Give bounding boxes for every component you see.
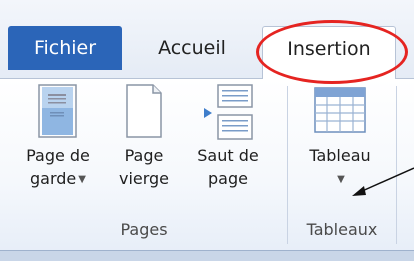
tableau-label: Tableau ▼ bbox=[294, 144, 386, 191]
page-de-garde-button[interactable]: Page de garde ▼ bbox=[10, 84, 106, 191]
page-vierge-line1: Page bbox=[124, 146, 164, 165]
group-title-pages: Pages bbox=[120, 220, 168, 239]
page-break-icon bbox=[198, 84, 258, 140]
group-title-tableaux: Tableaux bbox=[306, 220, 378, 239]
page-de-garde-label: Page de garde ▼ bbox=[10, 144, 106, 191]
highlight-circle-annotation bbox=[256, 20, 408, 84]
tab-accueil[interactable]: Accueil bbox=[132, 26, 252, 70]
page-vierge-button[interactable]: Page vierge bbox=[112, 84, 176, 190]
document-area-edge bbox=[0, 250, 414, 261]
tab-fichier[interactable]: Fichier bbox=[8, 26, 122, 70]
saut-de-page-label: Saut de page bbox=[184, 144, 272, 190]
group-separator bbox=[287, 86, 288, 244]
saut-de-page-button[interactable]: Saut de page bbox=[184, 84, 272, 190]
page-de-garde-line1: Page de bbox=[26, 146, 90, 165]
dropdown-arrow-icon: ▼ bbox=[337, 174, 345, 185]
page-vierge-line2: vierge bbox=[118, 169, 170, 188]
group-separator bbox=[396, 86, 397, 244]
page-vierge-label: Page vierge bbox=[112, 144, 176, 190]
tableau-button[interactable]: Tableau ▼ bbox=[294, 84, 386, 191]
dropdown-arrow-icon: ▼ bbox=[78, 174, 86, 185]
page-de-garde-line2: garde bbox=[30, 169, 77, 188]
tableau-line1: Tableau bbox=[309, 146, 371, 165]
table-icon bbox=[312, 84, 368, 140]
blank-page-icon bbox=[124, 84, 164, 140]
cover-page-icon bbox=[36, 84, 80, 140]
saut-de-page-line1: Saut de bbox=[197, 146, 259, 165]
saut-de-page-line2: page bbox=[208, 169, 248, 188]
